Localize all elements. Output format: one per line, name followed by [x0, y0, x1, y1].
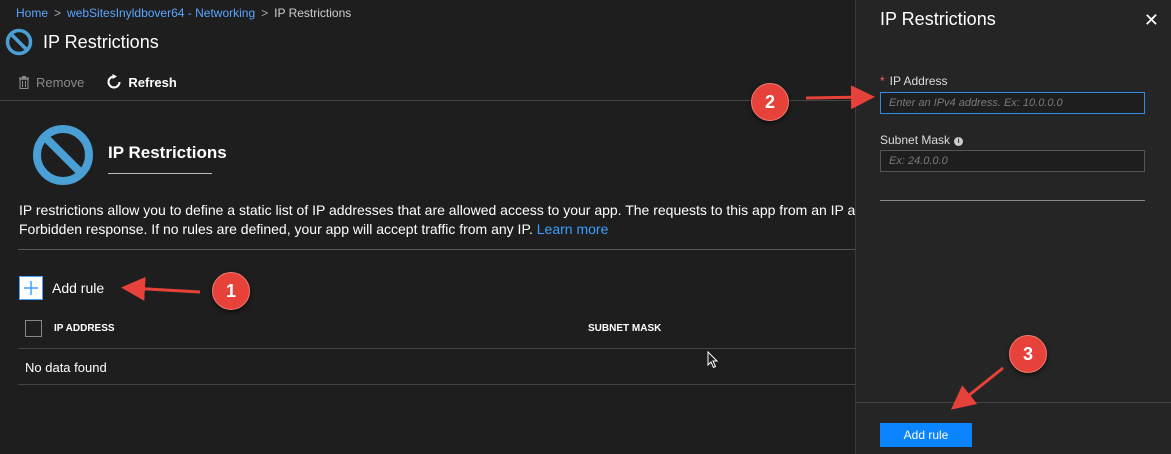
breadcrumb-home[interactable]: Home [16, 6, 48, 20]
panel-footer-divider [856, 402, 1171, 403]
description-line: IP restrictions allow you to define a st… [19, 202, 855, 218]
blade-header: IP Restrictions [5, 28, 159, 56]
row-divider [18, 348, 855, 349]
breadcrumb-separator: > [261, 6, 269, 20]
subnet-mask-label-text: Subnet Mask [880, 133, 951, 147]
ip-restriction-panel: IP Restrictions ✕ * IP Address Subnet Mas… [855, 0, 1171, 454]
annotation-badge-2: 2 [751, 83, 789, 121]
annotation-badge-3: 3 [1009, 335, 1047, 373]
mouse-cursor-icon [707, 351, 719, 369]
toolbar-divider [0, 100, 855, 101]
remove-button[interactable]: Remove [18, 75, 84, 90]
breadcrumb-networking[interactable]: webSitesInyldbover64 - Networking [67, 6, 255, 20]
breadcrumb: Home > webSitesInyldbover64 - Networking > I… [16, 6, 351, 20]
description-text: Forbidden response. If no rules are defi… [19, 221, 533, 237]
blocked-icon [33, 125, 93, 185]
panel-title: IP Restrictions [880, 9, 996, 29]
blocked-icon [5, 28, 33, 56]
info-icon[interactable]: i [954, 137, 964, 146]
refresh-label: Refresh [128, 74, 177, 90]
section-divider [18, 249, 855, 250]
add-rule-label: Add rule [52, 280, 105, 296]
panel-divider [880, 200, 1145, 201]
toolbar: Remove Refresh [18, 74, 177, 90]
annotation-badge-1: 1 [212, 272, 250, 310]
blade-title: IP Restrictions [43, 31, 159, 52]
ip-address-label-text: IP Address [889, 74, 948, 88]
main-blade: Home > webSitesInyldbover64 - Networking > I… [0, 0, 855, 454]
remove-label: Remove [36, 74, 85, 90]
hero-title: IP Restrictions [108, 143, 227, 174]
trash-icon [19, 75, 29, 89]
subnet-mask-label: Subnet Mask i [880, 133, 964, 147]
hero-icon-wrap [32, 124, 94, 186]
refresh-icon [107, 74, 121, 89]
required-marker: * [880, 74, 885, 88]
plus-icon [19, 276, 43, 300]
refresh-button[interactable]: Refresh [106, 74, 177, 90]
description: IP restrictions allow you to define a st… [19, 201, 855, 239]
empty-state-text: No data found [25, 360, 107, 375]
close-icon[interactable]: ✕ [1144, 10, 1159, 31]
description-line-2: Forbidden response. If no rules are defi… [19, 220, 855, 239]
select-all-checkbox[interactable] [25, 320, 42, 337]
column-ip-address[interactable]: IP ADDRESS [54, 323, 115, 334]
ip-address-label: * IP Address [880, 74, 948, 88]
row-divider [18, 384, 855, 385]
table-header: IP ADDRESS SUBNET MASK [24, 320, 855, 338]
ip-address-input[interactable] [880, 92, 1145, 114]
breadcrumb-current: IP Restrictions [274, 6, 352, 20]
breadcrumb-separator: > [54, 6, 62, 20]
add-rule-submit-button[interactable]: Add rule [880, 423, 972, 447]
column-subnet-mask[interactable]: SUBNET MASK [588, 323, 661, 334]
learn-more-link[interactable]: Learn more [537, 221, 609, 237]
add-rule-button[interactable]: Add rule [19, 276, 104, 300]
subnet-mask-input[interactable] [880, 150, 1145, 172]
